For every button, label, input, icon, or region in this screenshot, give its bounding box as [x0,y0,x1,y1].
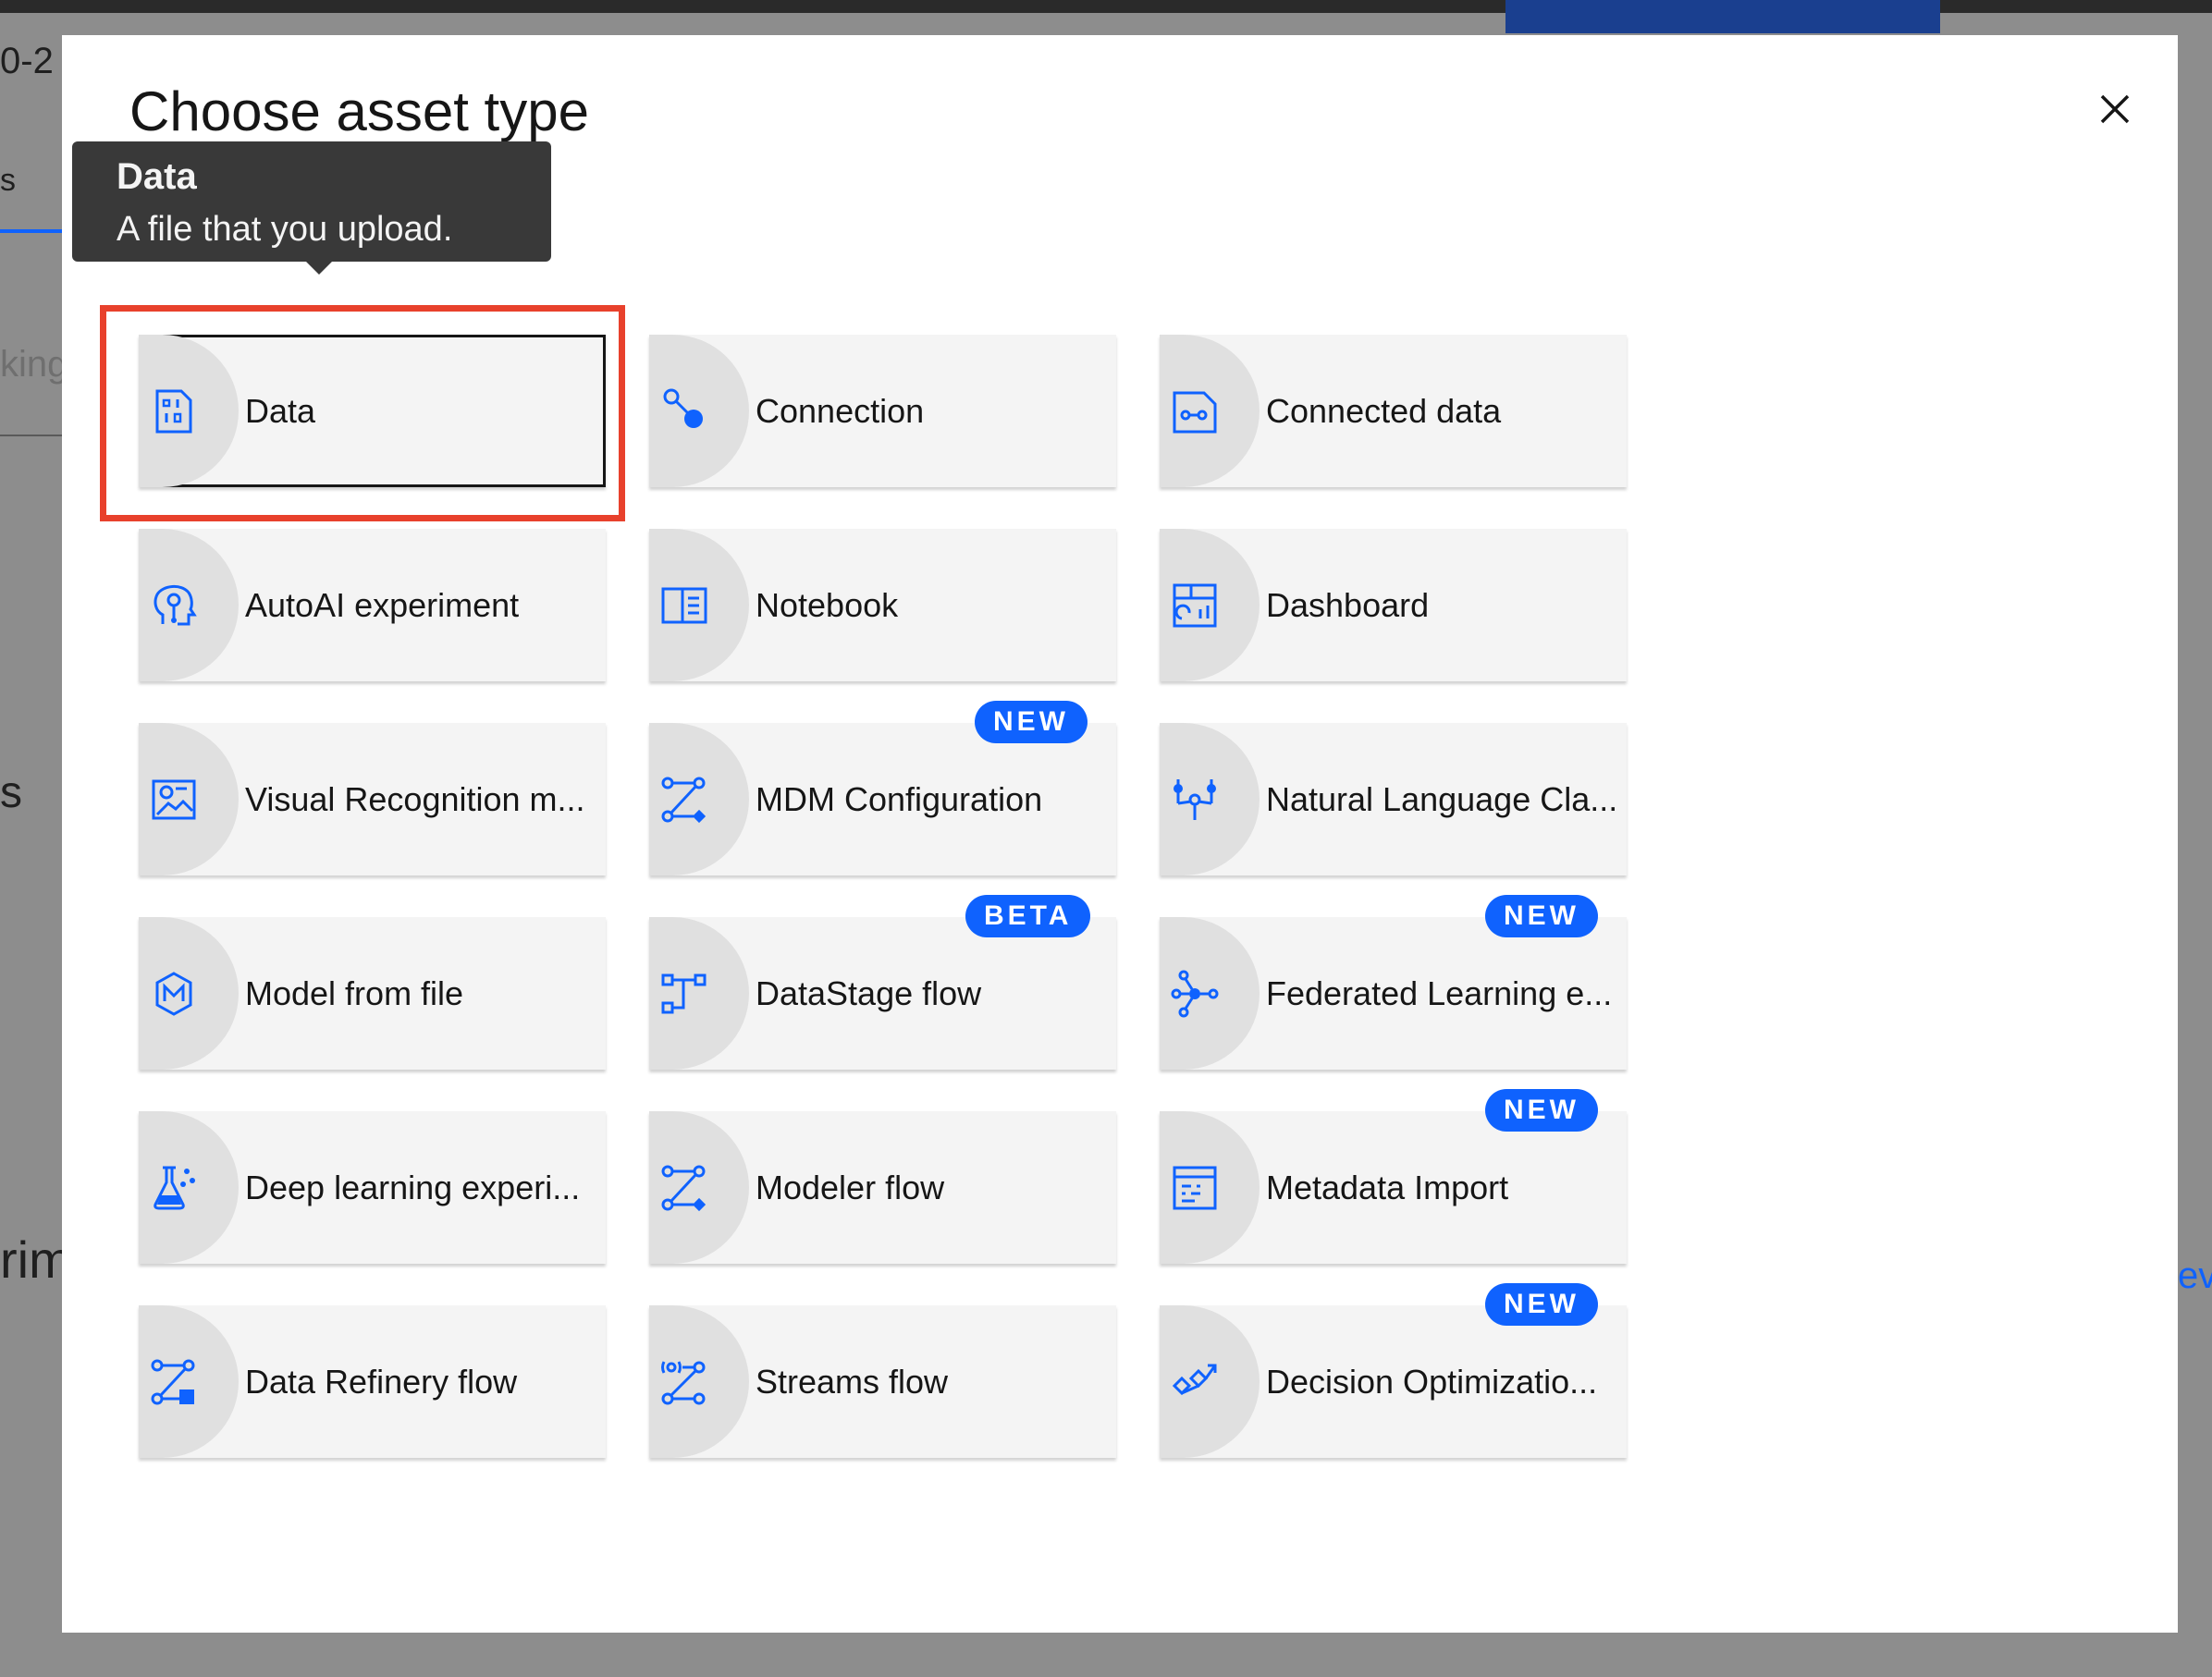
visual-recognition-icon [152,779,196,820]
background-search-text: king [0,344,68,385]
tile-federated-learning[interactable]: Federated Learning e... [1160,917,1627,1070]
tile-decision-optimization[interactable]: Decision Optimizatio... [1160,1305,1627,1458]
connected-data-icon [1173,391,1217,434]
connection-icon [663,388,703,428]
deep-learning-icon [154,1166,195,1210]
background-topbar [0,0,2212,33]
tile-label: Metadata Import [1266,1169,1509,1206]
selection-highlight [100,305,625,521]
tile-mdm-configuration[interactable]: MDM Configuration [649,723,1116,875]
mdm-configuration-icon [661,777,707,824]
new-badge: NEW [975,701,1088,743]
tile-label: Modeler flow [756,1169,945,1206]
metadata-import-icon [1173,1166,1217,1210]
data-tooltip: Data A file that you upload. [72,141,551,275]
tile-metadata-import[interactable]: Metadata Import [1160,1111,1627,1264]
tile-model-from-file[interactable]: Model from file [139,917,606,1070]
close-button[interactable] [2080,74,2150,144]
federated-learning-icon [1171,970,1219,1018]
tooltip-title: Data [117,156,197,197]
new-badge: NEW [1485,1089,1598,1132]
modeler-flow-icon [661,1165,707,1212]
streams-flow-icon [661,1361,706,1405]
tile-modeler-flow[interactable]: Modeler flow [649,1111,1116,1264]
tile-deep-learning[interactable]: Deep learning experi... [139,1111,606,1264]
notebook-icon [661,587,707,624]
tile-label: Streams flow [756,1363,949,1401]
close-icon [2100,94,2130,124]
data-refinery-icon [151,1359,195,1405]
tooltip-caret [304,260,334,275]
tile-label: MDM Configuration [756,780,1043,818]
tile-label: AutoAI experiment [245,586,520,624]
tile-label: Notebook [756,586,899,624]
tile-visual-recognition[interactable]: Visual Recognition m... [139,723,606,875]
new-badge: NEW [1485,895,1598,937]
background-text: 0-2 [0,41,54,81]
background-tab-text: s [0,163,16,198]
tile-label: Connection [756,392,925,430]
tile-label: Connected data [1266,392,1502,430]
tile-dashboard[interactable]: Dashboard [1160,529,1627,681]
background-divider [0,435,62,436]
tile-label: Model from file [245,974,464,1012]
tile-natural-language[interactable]: Natural Language Cla... [1160,723,1627,875]
tile-label: Data Refinery flow [245,1363,518,1401]
background-primary-button [1505,0,1940,33]
natural-language-icon [1174,779,1216,820]
tile-label: DataStage flow [756,974,982,1012]
tile-data-refinery-flow[interactable]: Data Refinery flow [139,1305,606,1458]
datastage-icon [661,973,707,1014]
tile-autoai-experiment[interactable]: AutoAI experiment [139,529,606,681]
tile-label: Dashboard [1266,586,1430,624]
beta-badge: BETA [965,895,1091,937]
background-heading: s [0,768,22,817]
background-tab-underline [0,229,62,233]
autoai-icon [154,585,197,626]
decision-optimization-icon [1172,1364,1217,1396]
tile-datastage-flow[interactable]: DataStage flow [649,917,1116,1070]
tile-label: Visual Recognition m... [245,780,585,818]
tile-label: Decision Optimizatio... [1266,1363,1598,1401]
tile-connected-data[interactable]: Connected data [1160,335,1627,487]
tile-streams-flow[interactable]: Streams flow [649,1305,1116,1458]
dashboard-icon [1173,583,1217,628]
new-badge: NEW [1485,1283,1598,1326]
model-icon [155,972,192,1016]
tile-label: Natural Language Cla... [1266,780,1618,818]
tile-label: Federated Learning e... [1266,974,1613,1012]
tile-notebook[interactable]: Notebook [649,529,1116,681]
background-link: ev [2178,1255,2212,1296]
tooltip-description: A file that you upload. [117,210,453,249]
tile-label: Deep learning experi... [245,1169,581,1206]
tile-connection[interactable]: Connection [649,335,1116,487]
modal-title: Choose asset type [129,80,589,142]
